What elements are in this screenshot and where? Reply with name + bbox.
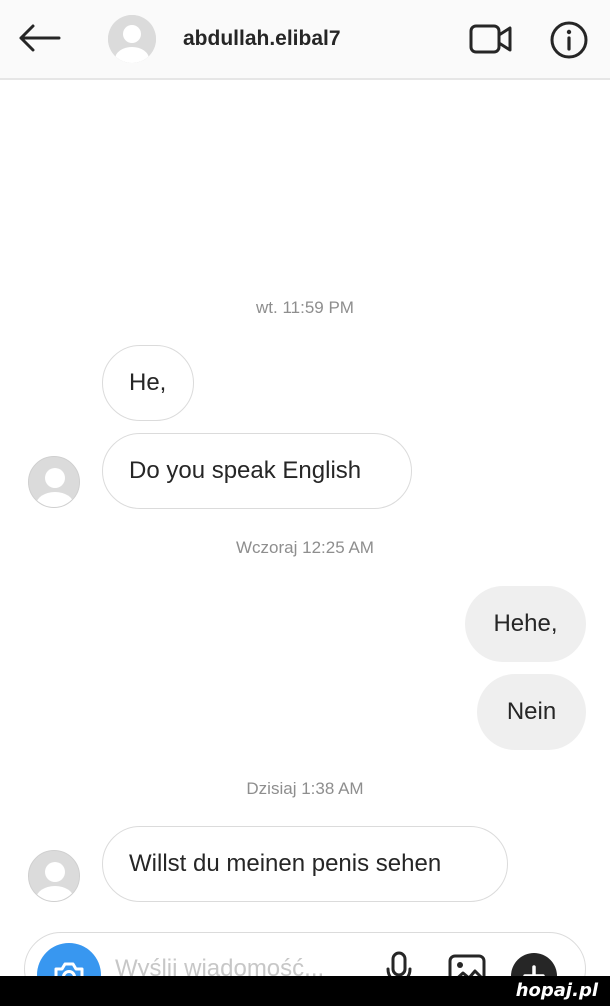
arrow-left-icon xyxy=(19,24,61,52)
default-avatar-icon xyxy=(108,15,156,63)
sender-avatar[interactable] xyxy=(28,850,80,902)
info-icon xyxy=(550,21,588,59)
avatar[interactable] xyxy=(108,15,156,63)
watermark: hopaj.pl xyxy=(515,980,598,1001)
video-call-button[interactable] xyxy=(468,22,514,56)
chat-header: abdullah.elibal7 xyxy=(0,0,610,80)
message-text: Nein xyxy=(506,698,557,725)
message-text: Hehe, xyxy=(493,610,558,637)
timestamp: Dzisiaj 1:38 AM xyxy=(246,779,364,798)
message-bubble-incoming[interactable]: He, xyxy=(102,345,194,421)
message-bubble-outgoing[interactable]: Hehe, xyxy=(465,586,586,662)
default-avatar-icon xyxy=(29,851,79,901)
timestamp: Wczoraj 12:25 AM xyxy=(236,538,374,557)
message-bubble-outgoing[interactable]: Nein xyxy=(477,674,586,750)
default-avatar-icon xyxy=(29,457,79,507)
message-bubble-incoming[interactable]: Willst du meinen penis sehen xyxy=(102,826,508,902)
message-bubble-incoming[interactable]: Do you speak English xyxy=(102,433,412,509)
message-text: He, xyxy=(129,369,167,396)
info-button[interactable] xyxy=(548,19,590,61)
message-text: Willst du meinen penis sehen xyxy=(129,850,442,877)
username[interactable]: abdullah.elibal7 xyxy=(183,27,341,51)
watermark-bar: hopaj.pl xyxy=(0,976,610,1006)
timestamp: wt. 11:59 PM xyxy=(256,298,354,317)
message-text: Do you speak English xyxy=(129,457,362,484)
video-camera-icon xyxy=(469,24,512,54)
back-button[interactable] xyxy=(14,18,64,58)
sender-avatar[interactable] xyxy=(28,456,80,508)
